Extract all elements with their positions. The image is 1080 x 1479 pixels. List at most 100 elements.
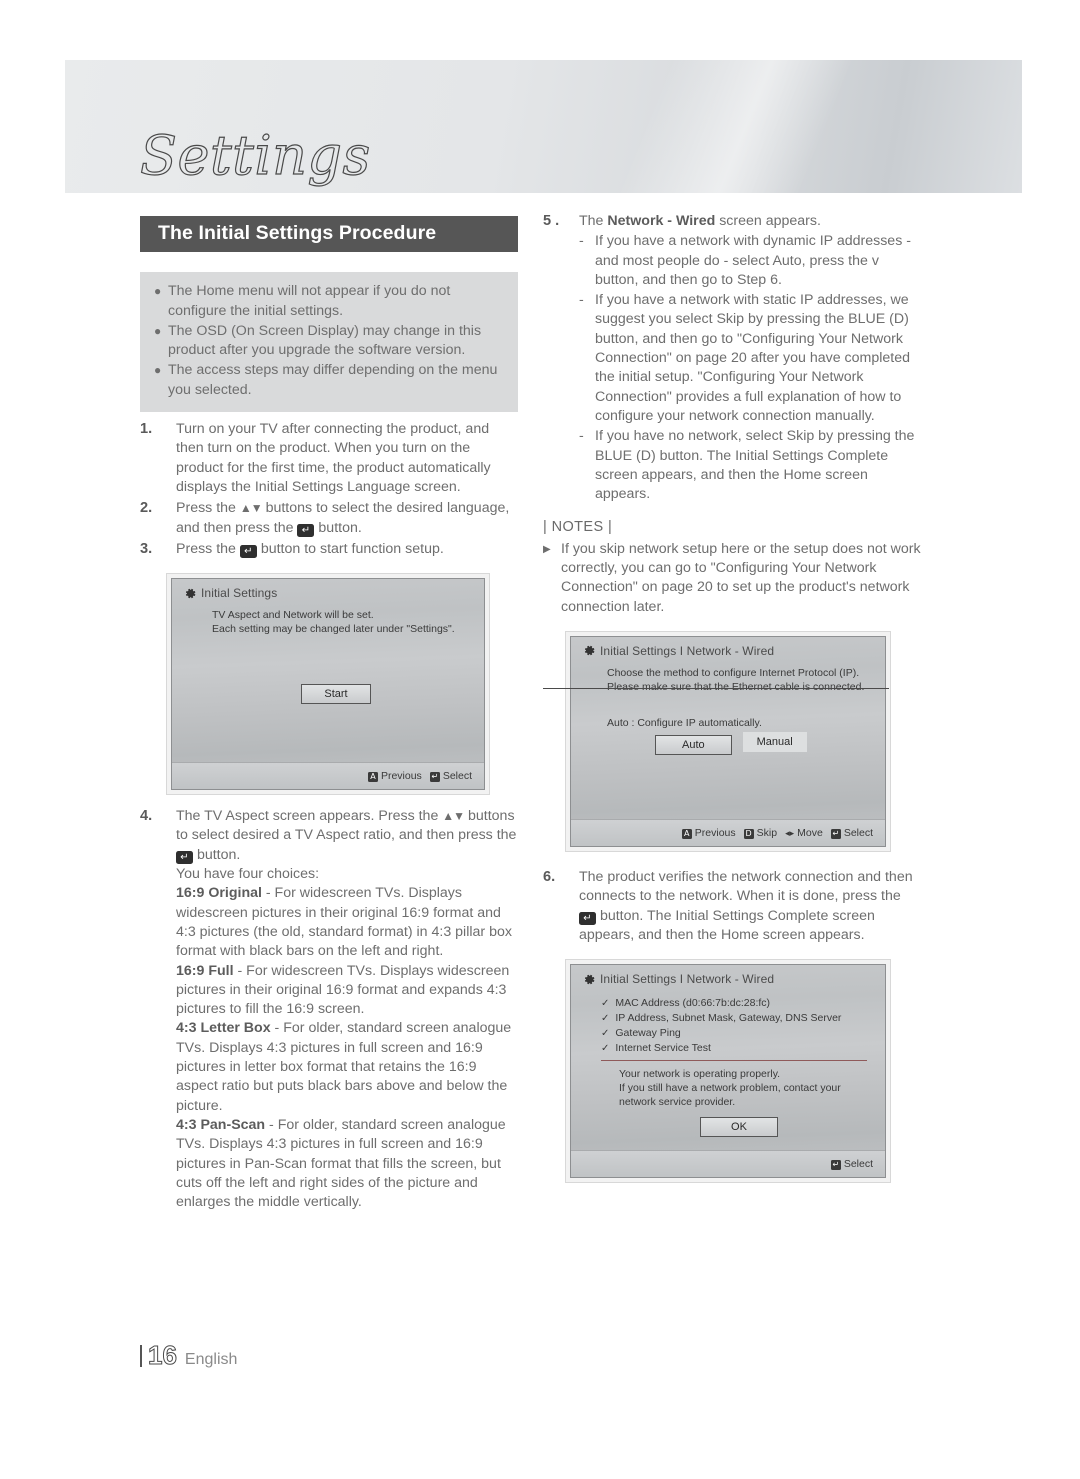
step-text-part: button. bbox=[193, 846, 241, 863]
osd-footer-label: Select bbox=[843, 1158, 873, 1171]
ok-button[interactable]: OK bbox=[700, 1117, 778, 1138]
footer-rule bbox=[140, 1345, 142, 1367]
gear-icon bbox=[184, 587, 197, 600]
osd-footer-label: Previous bbox=[694, 826, 736, 839]
osd-footer-move[interactable]: ◂▸ Move bbox=[785, 826, 823, 840]
osd-footer-label: Select bbox=[843, 826, 873, 839]
osd-titlebar: Initial Settings I Network - Wired bbox=[571, 637, 885, 658]
a-button-icon: A bbox=[681, 828, 692, 839]
step-number: 3. bbox=[140, 540, 153, 557]
left-column: The Initial Settings Procedure ● The Hom… bbox=[140, 216, 518, 1212]
aspect-choice-name: 16:9 Full bbox=[176, 962, 234, 979]
four-choices-label: You have four choices: bbox=[176, 866, 320, 883]
screenshot-network-wired: Initial Settings I Network - Wired Choos… bbox=[543, 635, 889, 847]
step-number: 5 . bbox=[543, 213, 560, 229]
step-number: 2. bbox=[140, 500, 153, 517]
enter-key-icon: ↵ bbox=[239, 544, 257, 558]
aspect-choice-item: 4:3 Letter Box - For older, standard scr… bbox=[176, 1019, 518, 1115]
check-icon: ✓ bbox=[601, 998, 610, 1010]
enter-key-icon: ↵ bbox=[297, 523, 315, 537]
step-text: The TV Aspect screen appears. Press the … bbox=[176, 807, 518, 1212]
intro-note-item: ● The Home menu will not appear if you d… bbox=[154, 282, 504, 321]
step-5-sub-text: If you have a network with static IP add… bbox=[595, 292, 911, 424]
step-number: 4. bbox=[140, 808, 153, 825]
manual-button[interactable]: Manual bbox=[742, 731, 807, 752]
check-item: ✓ IP Address, Subnet Mask, Gateway, DNS S… bbox=[601, 1011, 867, 1026]
page-footer: 16 English bbox=[140, 1340, 237, 1371]
step-text-part: Press the bbox=[176, 540, 240, 557]
step-number: 1. bbox=[140, 421, 153, 438]
osd-line-2: Each setting may be changed later under … bbox=[212, 623, 455, 636]
step-text: The Network - Wired screen appears. - If… bbox=[579, 212, 921, 504]
screenshot-network-wired-frame: Initial Settings I Network - Wired Choos… bbox=[543, 630, 891, 852]
chapter-title: Settings bbox=[139, 123, 371, 187]
osd-title-text: Initial Settings I Network - Wired bbox=[600, 643, 775, 658]
bullet-icon: ● bbox=[154, 363, 162, 378]
step-5-sub-item: - If you have a network with static IP a… bbox=[579, 291, 921, 426]
step-1: 1. Turn on your TV after connecting the … bbox=[140, 420, 518, 497]
step-text: Press the ▲▼ buttons to select the desir… bbox=[176, 499, 518, 538]
enter-key-icon: ↵ bbox=[579, 911, 596, 925]
page-number: 16 bbox=[148, 1340, 178, 1371]
intro-notes-box: ● The Home menu will not appear if you d… bbox=[140, 272, 518, 413]
osd-footer-previous[interactable]: A Previous bbox=[367, 769, 422, 783]
step-text-part: button. The Initial Settings Complete sc… bbox=[579, 907, 875, 943]
osd-footer-label: Move bbox=[797, 826, 823, 839]
osd-footer: ↵ Select bbox=[571, 1150, 885, 1178]
step-6: 6. The product verifies the network conn… bbox=[543, 868, 921, 945]
step-text: The product verifies the network connect… bbox=[579, 868, 921, 945]
check-label: MAC Address (d0:66:7b:dc:28:fc) bbox=[615, 997, 771, 1010]
osd-footer: A Previous ↵ Select bbox=[172, 762, 484, 790]
bullet-icon: ● bbox=[154, 323, 162, 338]
aspect-choice-item: 16:9 Full - For widescreen TVs. Displays… bbox=[176, 962, 518, 1020]
scan-artifact-line bbox=[543, 687, 889, 689]
check-icon: ✓ bbox=[601, 1028, 610, 1040]
osd-line-1: TV Aspect and Network will be set. bbox=[212, 609, 374, 622]
step-5-sub-text: If you have no network, select Skip by p… bbox=[595, 428, 915, 503]
screenshot-initial-settings: Initial Settings TV Aspect and Network w… bbox=[171, 578, 485, 791]
osd-footer-select[interactable]: ↵ Select bbox=[830, 1157, 873, 1171]
osd-footer: A Previous D Skip ◂▸ Move ↵ Select bbox=[571, 818, 885, 846]
dash-icon: - bbox=[579, 233, 584, 250]
triangle-bullet-icon: ▶ bbox=[543, 543, 551, 555]
up-down-arrow-icon: ▲▼ bbox=[442, 809, 465, 824]
network-wired-label: Network - Wired bbox=[607, 213, 716, 229]
osd-body: Choose the method to configure Internet … bbox=[543, 658, 889, 755]
d-button-icon: D bbox=[743, 828, 754, 839]
osd-line-3: Auto : Configure IP automatically. bbox=[607, 716, 762, 729]
page-language: English bbox=[184, 1351, 238, 1368]
osd-footer-previous[interactable]: A Previous bbox=[681, 826, 736, 840]
osd-title-text: Initial Settings I Network - Wired bbox=[600, 972, 775, 987]
aspect-choice-item: 16:9 Original - For widescreen TVs. Disp… bbox=[176, 884, 518, 961]
check-item: ✓ Internet Service Test bbox=[601, 1041, 867, 1056]
step-text-part: Press the bbox=[176, 500, 240, 517]
check-item: ✓ MAC Address (d0:66:7b:dc:28:fc) bbox=[601, 996, 867, 1011]
osd-footer-select[interactable]: ↵ Select bbox=[830, 826, 873, 840]
dash-icon: - bbox=[579, 292, 584, 309]
osd-body: TV Aspect and Network will be set. Each … bbox=[172, 600, 484, 705]
check-label: Internet Service Test bbox=[615, 1042, 711, 1055]
screenshot-network-test: Initial Settings I Network - Wired ✓ MAC … bbox=[570, 964, 886, 1179]
osd-footer-skip[interactable]: D Skip bbox=[743, 826, 777, 840]
step-4: 4. The TV Aspect screen appears. Press t… bbox=[140, 807, 518, 1212]
intro-note-item: ● The access steps may differ depending … bbox=[154, 361, 504, 400]
step-5: 5 . The Network - Wired screen appears. … bbox=[543, 212, 921, 504]
left-right-arrow-icon: ◂▸ bbox=[785, 827, 795, 838]
osd-line-1: Choose the method to configure Internet … bbox=[607, 666, 860, 679]
check-icon: ✓ bbox=[601, 1043, 610, 1055]
screenshot-network-test-frame: Initial Settings I Network - Wired ✓ MAC … bbox=[565, 959, 891, 1184]
note-text: If you skip network setup here or the se… bbox=[561, 540, 921, 615]
check-label: Gateway Ping bbox=[615, 1027, 681, 1040]
start-button[interactable]: Start bbox=[301, 684, 371, 705]
auto-button[interactable]: Auto bbox=[655, 734, 732, 755]
step-2: 2. Press the ▲▼ buttons to select the de… bbox=[140, 499, 518, 538]
osd-body: ✓ MAC Address (d0:66:7b:dc:28:fc) ✓ IP Add… bbox=[571, 986, 885, 1138]
note-item: ▶ If you skip network setup here or the … bbox=[543, 540, 921, 617]
step-5-sub-text: If you have a network with dynamic IP ad… bbox=[595, 233, 911, 288]
osd-footer-select[interactable]: ↵ Select bbox=[429, 769, 472, 783]
aspect-choice-name: 16:9 Original bbox=[176, 885, 262, 902]
step-text-part: The product verifies the network connect… bbox=[579, 868, 913, 905]
osd-footer-label: Previous bbox=[380, 770, 422, 783]
intro-note-item: ● The OSD (On Screen Display) may change… bbox=[154, 322, 504, 361]
aspect-choice-name: 4:3 Pan-Scan bbox=[176, 1116, 266, 1133]
